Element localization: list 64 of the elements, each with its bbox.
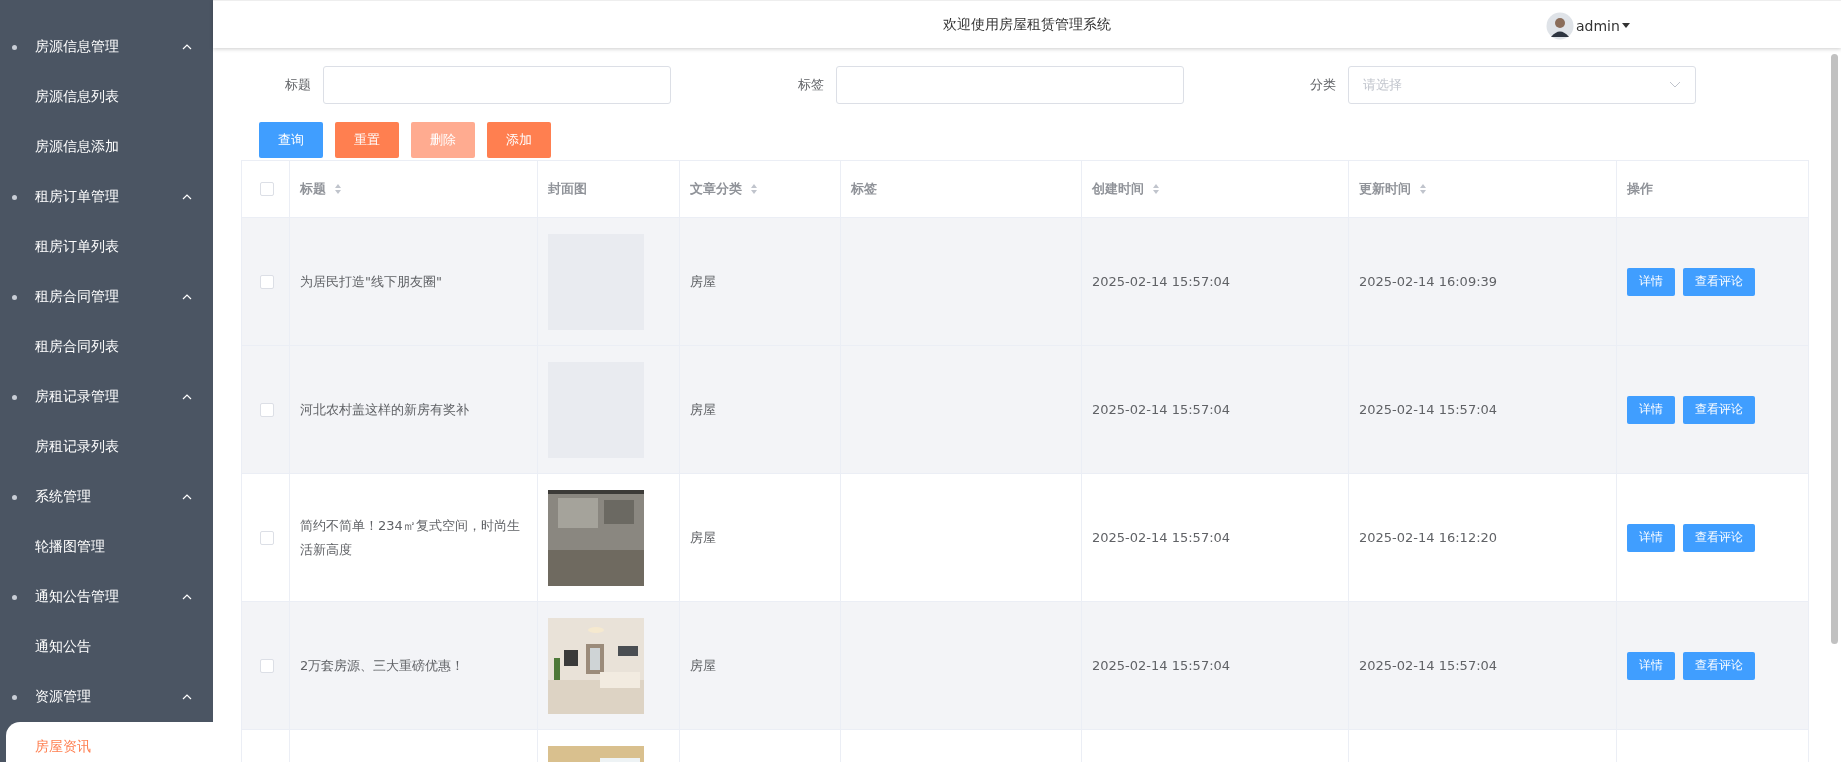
menu-item[interactable]: 轮播图管理 [0, 522, 213, 572]
table-cell-text: 房屋 [690, 656, 716, 675]
sort-icon[interactable] [750, 183, 758, 195]
menu-group[interactable]: 房租记录管理 [0, 372, 213, 422]
table-cell-text: 房屋 [690, 400, 716, 419]
column-header: 标题 [300, 180, 326, 198]
table-cell-text: 房屋 [690, 272, 716, 291]
table-cell-text: 河北农村盖这样的新房有奖补 [300, 400, 469, 419]
table-cell-text: 2025-02-14 15:57:04 [1359, 656, 1498, 675]
field-label: 标签 [796, 76, 824, 94]
menu-group[interactable]: 通知公告管理 [0, 572, 213, 622]
menu-group[interactable]: 资源管理 [0, 672, 213, 722]
checkbox[interactable] [260, 274, 274, 289]
bullet-icon [12, 294, 17, 300]
input-field[interactable] [835, 66, 1184, 104]
column-header: 创建时间 [1092, 180, 1144, 198]
chevron-icon [1669, 81, 1682, 89]
menu-item[interactable]: 房租记录列表 [0, 422, 213, 472]
menu-group[interactable]: 租房合同管理 [0, 272, 213, 322]
menu-item[interactable]: 租房订单列表 [0, 222, 213, 272]
column-header: 封面图 [548, 180, 587, 198]
menu-item[interactable]: 房源信息列表 [0, 72, 213, 122]
table-cell-text: 2025-02-14 15:57:04 [1092, 400, 1231, 419]
table-cell-text: 2025-02-14 15:57:04 [1092, 272, 1231, 291]
user-menu[interactable]: admin [1576, 18, 1620, 34]
bullet-icon [12, 44, 17, 50]
sort-icon[interactable] [334, 183, 342, 195]
page-title: 欢迎使用房屋租赁管理系统 [943, 15, 1111, 34]
menu-item[interactable]: 租房合同列表 [0, 322, 213, 372]
table-cell-text: 为居民打造"线下朋友圈" [300, 272, 442, 291]
checkbox[interactable] [260, 530, 274, 545]
avatar-icon[interactable] [1546, 12, 1574, 40]
menu-group[interactable]: 租房订单管理 [0, 172, 213, 222]
checkbox[interactable] [260, 658, 274, 673]
scrollbar[interactable] [1831, 54, 1838, 644]
menu-item[interactable]: 房源信息添加 [0, 122, 213, 172]
sort-icon[interactable] [1419, 183, 1427, 195]
menu-group[interactable]: 系统管理 [0, 472, 213, 522]
input-field[interactable] [323, 66, 671, 104]
column-header: 更新时间 [1359, 180, 1411, 198]
checkbox[interactable] [260, 182, 274, 196]
table-cell-text: 2万套房源、三大重磅优惠！ [300, 656, 465, 675]
table-cell-text: 简约不简单！234㎡复式空间，时尚生活新高度 [300, 516, 521, 559]
table-cell-text: 2025-02-14 15:57:04 [1359, 400, 1498, 419]
table-cell-text: 2025-02-14 16:09:39 [1359, 272, 1498, 291]
table-cell-text: 2025-02-14 16:12:20 [1359, 528, 1498, 547]
column-header: 标签 [851, 180, 877, 198]
bullet-icon [12, 194, 17, 200]
sort-icon[interactable] [1152, 183, 1160, 195]
checkbox[interactable] [260, 402, 274, 417]
column-header: 操作 [1627, 180, 1653, 198]
table-cell-text: 2025-02-14 15:57:04 [1092, 656, 1231, 675]
table-cell-text: 2025-02-14 15:57:04 [1092, 528, 1231, 547]
field-label: 标题 [284, 76, 311, 94]
bullet-icon [12, 594, 17, 600]
column-header: 文章分类 [690, 180, 742, 198]
caret-icon [1621, 23, 1630, 29]
bullet-icon [12, 694, 17, 700]
bullet-icon [12, 394, 17, 400]
menu-group[interactable]: 房源信息管理 [0, 22, 213, 72]
field-label: 分类 [1309, 76, 1337, 94]
bullet-icon [12, 494, 17, 500]
table-cell-text: 房屋 [690, 528, 716, 547]
menu-item[interactable]: 通知公告 [0, 622, 213, 672]
